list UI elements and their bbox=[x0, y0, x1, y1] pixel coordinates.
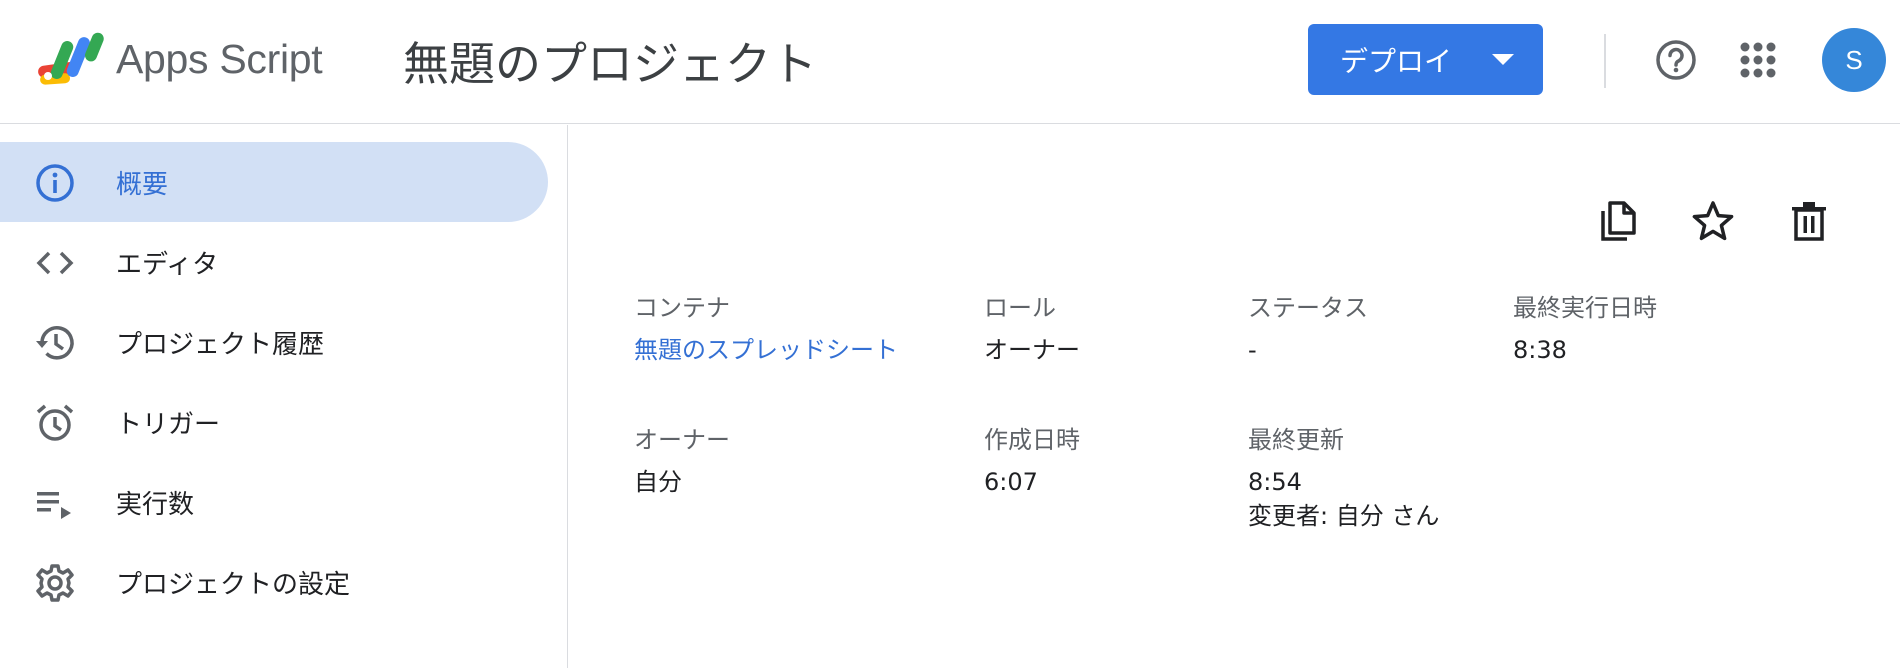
deploy-button-label: デプロイ bbox=[1340, 45, 1453, 78]
history-icon bbox=[36, 326, 74, 360]
container-link[interactable]: 無題のスプレッドシート bbox=[634, 333, 898, 367]
avatar[interactable]: S bbox=[1822, 28, 1886, 92]
project-title[interactable]: 無題のプロジェクト bbox=[403, 28, 817, 94]
header-divider bbox=[1604, 34, 1606, 88]
apps-grid-icon[interactable] bbox=[1736, 38, 1780, 82]
playlist-play-icon bbox=[37, 492, 71, 519]
sidebar-item-triggers[interactable]: トリガー bbox=[0, 382, 548, 462]
sidebar-item-label: プロジェクトの設定 bbox=[116, 569, 351, 600]
deploy-button[interactable]: デプロイ bbox=[1308, 24, 1543, 95]
alarm-icon bbox=[36, 404, 74, 441]
field-label: 最終実行日時 bbox=[1513, 294, 1657, 322]
field-value: - bbox=[1248, 336, 1257, 364]
sidebar-item-label: 実行数 bbox=[116, 489, 195, 520]
sidebar-item-label: プロジェクト履歴 bbox=[116, 329, 325, 360]
chevron-down-icon bbox=[1492, 54, 1514, 65]
info-icon bbox=[36, 164, 74, 202]
star-icon[interactable] bbox=[1689, 197, 1737, 245]
field-label: 作成日時 bbox=[984, 426, 1080, 454]
apps-script-logo[interactable] bbox=[36, 30, 108, 88]
field-status: ステータス - bbox=[1248, 288, 1368, 367]
field-role: ロール オーナー bbox=[984, 288, 1080, 367]
updated-by: 変更者: 自分 さん bbox=[1248, 502, 1440, 530]
sidebar-item-label: トリガー bbox=[116, 409, 221, 440]
sidebar-item-project-settings[interactable]: プロジェクトの設定 bbox=[0, 542, 548, 622]
field-container: コンテナ 無題のスプレッドシート bbox=[634, 288, 898, 367]
field-value: 8:38 bbox=[1513, 336, 1567, 364]
field-last-run: 最終実行日時 8:38 bbox=[1513, 288, 1657, 367]
sidebar-item-overview[interactable]: 概要 bbox=[0, 142, 548, 222]
overview-panel: コンテナ 無題のスプレッドシート ロール オーナー ステータス - 最終実行日時… bbox=[569, 125, 1900, 668]
code-icon bbox=[36, 251, 74, 275]
field-created: 作成日時 6:07 bbox=[984, 420, 1080, 499]
trash-icon[interactable] bbox=[1785, 197, 1833, 245]
app-header: Apps Script 無題のプロジェクト デプロイ S bbox=[0, 0, 1900, 124]
field-owner: オーナー 自分 bbox=[634, 420, 730, 499]
sidebar-item-editor[interactable]: エディタ bbox=[0, 222, 548, 302]
field-label: コンテナ bbox=[634, 294, 730, 322]
sidebar-item-executions[interactable]: 実行数 bbox=[0, 462, 548, 542]
gear-icon bbox=[36, 564, 74, 602]
sidebar-item-project-history[interactable]: プロジェクト履歴 bbox=[0, 302, 548, 382]
sidebar: 概要 エディタ プロジェクト履歴 トリガー 実行数 プロジェクトの設定 bbox=[0, 125, 568, 668]
field-value: 6:07 bbox=[984, 468, 1038, 496]
field-value: 8:54 bbox=[1248, 468, 1302, 496]
field-label: 最終更新 bbox=[1248, 426, 1344, 454]
field-value: 自分 bbox=[634, 468, 682, 496]
field-label: オーナー bbox=[634, 426, 730, 454]
field-label: ロール bbox=[984, 294, 1056, 322]
copy-icon[interactable] bbox=[1594, 197, 1642, 245]
help-icon[interactable] bbox=[1654, 38, 1698, 82]
sidebar-item-label: 概要 bbox=[116, 169, 169, 200]
product-name: Apps Script bbox=[116, 36, 323, 82]
sidebar-item-label: エディタ bbox=[116, 249, 219, 280]
field-label: ステータス bbox=[1248, 294, 1368, 322]
field-value: オーナー bbox=[984, 336, 1080, 364]
field-updated: 最終更新 8:54 変更者: 自分 さん bbox=[1248, 420, 1439, 533]
